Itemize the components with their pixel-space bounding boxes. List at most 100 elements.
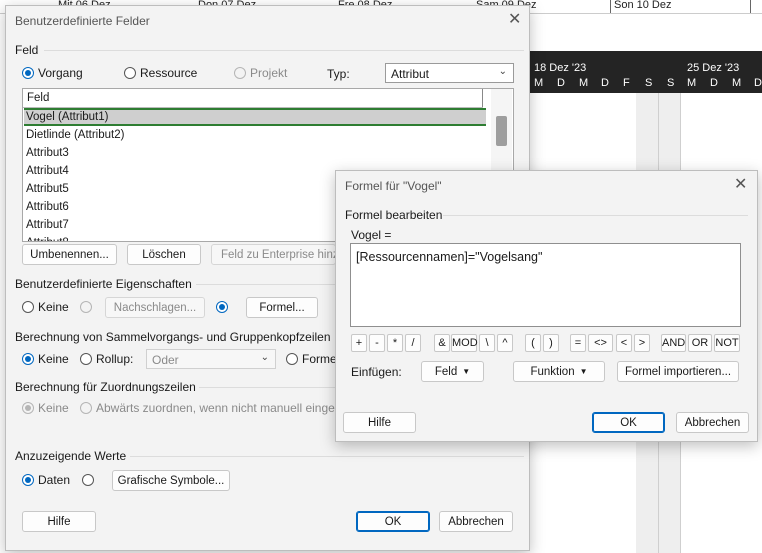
type-select-value: Attribut [391,67,430,81]
values-label: Anzuzeigende Werte [15,449,127,463]
day-label: D [601,77,609,89]
scrollbar-thumb[interactable] [496,116,507,146]
close-icon[interactable]: ✕ [734,177,747,193]
formula-dialog-title: Formel für "Vogel" [345,179,442,193]
lookup-button[interactable]: Nachschlagen... [105,297,205,318]
field-equals-label: Vogel = [351,228,392,242]
operator-or-button[interactable]: OR [688,334,712,352]
insert-function-label: Funktion [530,365,575,378]
radio-attr-none[interactable] [22,301,34,313]
operator-concat-button[interactable]: & [434,334,450,352]
operator-close-paren-button[interactable]: ) [543,334,559,352]
radio-resource[interactable] [124,67,136,79]
radio-attr-formula[interactable] [216,301,228,313]
radio-assign-none-label: Keine [38,401,69,415]
rename-button[interactable]: Umbenennen... [22,244,117,265]
formula-button[interactable]: Formel... [246,297,318,318]
operator-intdiv-button[interactable]: \ [479,334,495,352]
radio-project[interactable] [234,67,246,79]
radio-values-data[interactable] [22,474,34,486]
operator-mod-button[interactable]: MOD [451,334,478,352]
radio-assign-none[interactable] [22,402,34,414]
operator-power-button[interactable]: ^ [497,334,513,352]
operator-less-button[interactable]: < [616,334,632,352]
formula-ok-button[interactable]: OK [592,412,665,433]
divider [130,456,524,457]
insert-label: Einfügen: [351,365,402,379]
radio-assign-down[interactable] [80,402,92,414]
timescale-date: Son 10 Dez [614,0,672,11]
help-button[interactable]: Hilfe [22,511,96,532]
operator-open-paren-button[interactable]: ( [525,334,541,352]
divider [196,284,336,285]
divider [44,50,524,51]
insert-function-button[interactable]: Funktion ▼ [513,361,605,382]
formula-text: [Ressourcennamen]="Vogelsang" [356,250,543,264]
timescale-tick [610,0,611,13]
field-group-label: Feld [15,43,39,57]
radio-values-graphic[interactable] [82,474,94,486]
operator-plus-button[interactable]: + [351,334,367,352]
week-label: 25 Dez '23 [687,62,740,74]
day-label: M [732,77,742,89]
graphic-symbols-button[interactable]: Grafische Symbole... [112,470,230,491]
timescale-tick [750,0,751,13]
operator-divide-button[interactable]: / [405,334,421,352]
chevron-down-icon: ⌄ [260,352,269,363]
day-label: F [623,77,630,89]
custom-attributes-label: Benutzerdefinierte Eigenschaften [15,277,192,291]
close-icon[interactable]: ✕ [508,12,521,28]
radio-project-label: Projekt [250,66,288,80]
delete-button[interactable]: Löschen [127,244,201,265]
add-to-enterprise-button[interactable]: Feld zu Enterprise hinzufügen [211,244,336,265]
day-label: D [754,77,762,89]
list-item[interactable]: Dietlinde (Attribut2) [24,126,486,144]
operator-greater-button[interactable]: > [634,334,650,352]
ok-button[interactable]: OK [356,511,430,532]
import-formula-button[interactable]: Formel importieren... [617,361,739,382]
assignment-label: Berechnung für Zuordnungszeilen [15,380,196,394]
dialog-title: Benutzerdefinierte Felder [15,14,150,28]
list-header-label: Feld [27,92,50,104]
radio-rollup-label: Rollup: [96,352,134,366]
type-label: Typ: [327,67,350,81]
operator-multiply-button[interactable]: * [387,334,403,352]
radio-task[interactable] [22,67,34,79]
list-item[interactable]: Attribut3 [24,144,486,162]
divider [199,387,339,388]
radio-rollup-formula[interactable] [286,353,298,365]
operator-not-equal-button[interactable]: <> [588,334,613,352]
operator-not-button[interactable]: NOT [714,334,740,352]
formula-cancel-button[interactable]: Abbrechen [676,412,749,433]
operator-and-button[interactable]: AND [661,334,686,352]
divider [443,215,748,216]
operator-minus-button[interactable]: - [369,334,385,352]
day-label: D [557,77,565,89]
rollup-select[interactable]: Oder ⌄ [146,349,276,369]
day-label: S [645,77,653,89]
operator-equals-button[interactable]: = [570,334,586,352]
list-header: Feld [23,89,483,108]
gantt-timescale-band: 18 Dez '23 25 Dez '23 M D M D F S S M D … [528,51,762,93]
cancel-button[interactable]: Abbrechen [439,511,513,532]
radio-rollup-formula-label: Formel [302,352,340,366]
radio-rollup-none[interactable] [22,353,34,365]
day-label: M [579,77,589,89]
column-divider [482,89,483,107]
insert-field-button[interactable]: Feld ▼ [421,361,484,382]
day-label: M [687,77,697,89]
day-label: D [710,77,718,89]
insert-field-label: Feld [434,365,458,378]
list-item[interactable]: Vogel (Attribut1) [24,108,486,126]
radio-attr-lookup[interactable] [80,301,92,313]
rollup-select-value: Oder [152,353,179,367]
radio-rollup[interactable] [80,353,92,365]
formula-textbox[interactable]: [Ressourcennamen]="Vogelsang" [350,243,741,327]
radio-task-label: Vorgang [38,66,83,80]
dropdown-arrow-icon: ▼ [579,367,588,376]
radio-rollup-none-label: Keine [38,352,69,366]
radio-values-data-label: Daten [38,473,71,487]
formula-help-button[interactable]: Hilfe [343,412,416,433]
type-select[interactable]: Attribut ⌄ [385,63,514,83]
radio-attr-none-label: Keine [38,300,69,314]
